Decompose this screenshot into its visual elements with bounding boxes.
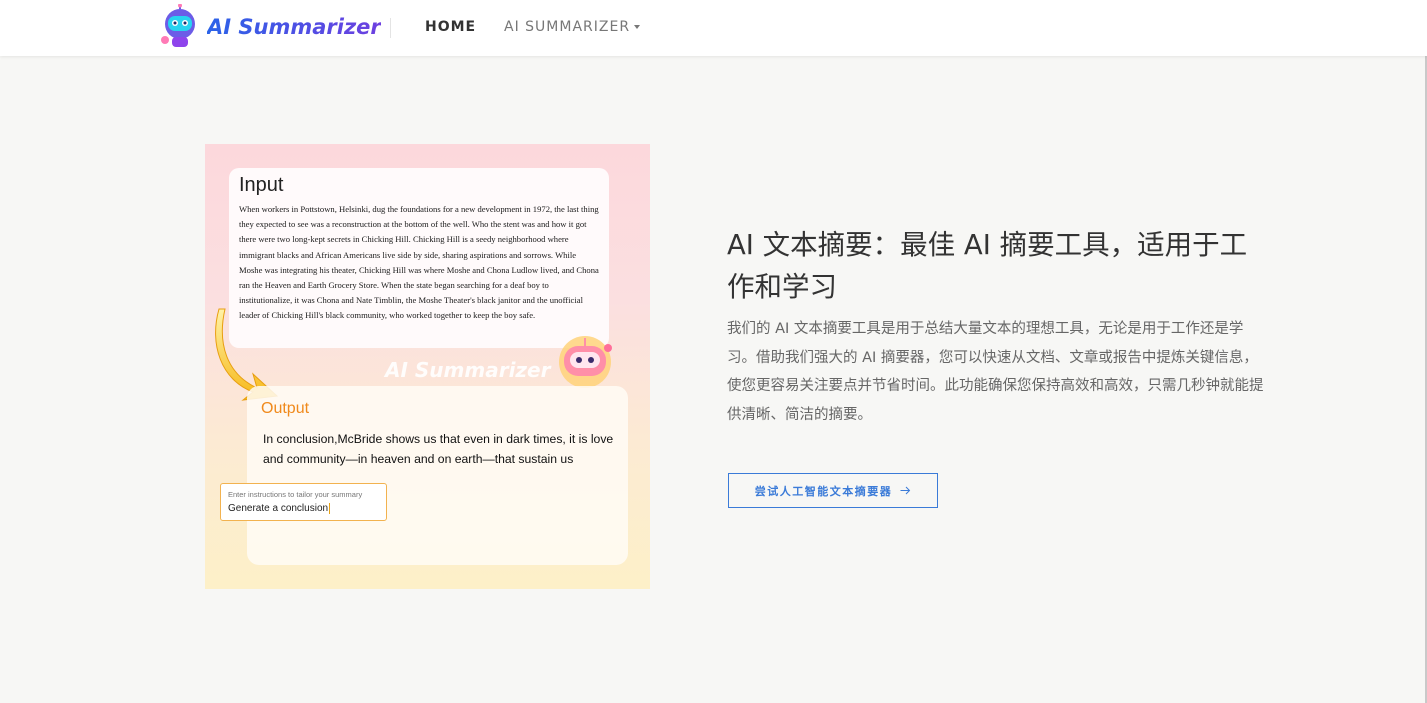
caret-down-icon — [634, 25, 641, 29]
instruction-input-mock: Enter instructions to tailor your summar… — [220, 483, 387, 521]
arrow-right-icon — [900, 486, 911, 495]
text-cursor — [329, 503, 331, 514]
summarizer-illustration: Input When workers in Pottstown, Helsink… — [205, 144, 650, 589]
illustration-watermark: AI Summarizer — [385, 358, 551, 382]
robot-mascot-icon — [559, 336, 612, 388]
nav-divider — [390, 18, 391, 38]
nav-ai-summarizer-dropdown[interactable]: AI SUMMARIZER — [504, 19, 641, 35]
try-summarizer-button[interactable]: 尝试人工智能文本摘要器 — [728, 473, 938, 508]
try-summarizer-label: 尝试人工智能文本摘要器 — [754, 484, 893, 498]
input-card: Input When workers in Pottstown, Helsink… — [229, 168, 609, 348]
hero-description: 我们的 AI 文本摘要工具是用于总结大量文本的理想工具，无论是用于工作还是学习。… — [727, 321, 1264, 423]
input-card-text: When workers in Pottstown, Helsinki, dug… — [239, 204, 599, 321]
robot-logo-icon — [161, 4, 195, 47]
input-card-title: Input — [239, 174, 284, 196]
nav-home-link[interactable]: HOME — [425, 19, 476, 35]
logo-text: AI Summarizer — [207, 15, 381, 39]
top-navbar: AI Summarizer HOME AI SUMMARIZER — [0, 0, 1427, 56]
instruction-value: Generate a conclusion — [228, 503, 331, 515]
output-card-text: In conclusion,McBride shows us that even… — [263, 432, 614, 466]
instruction-value-text: Generate a conclusion — [228, 503, 329, 515]
output-card-title: Output — [261, 400, 310, 417]
nav-ai-summarizer-label: AI SUMMARIZER — [504, 19, 631, 35]
instruction-placeholder: Enter instructions to tailor your summar… — [228, 490, 363, 499]
hero-title: AI 文本摘要：最佳 AI 摘要工具，适用于工作和学习 — [727, 229, 1248, 303]
site-logo[interactable]: AI Summarizer — [157, 4, 381, 50]
output-card: Output In conclusion,McBride shows us th… — [247, 386, 628, 565]
